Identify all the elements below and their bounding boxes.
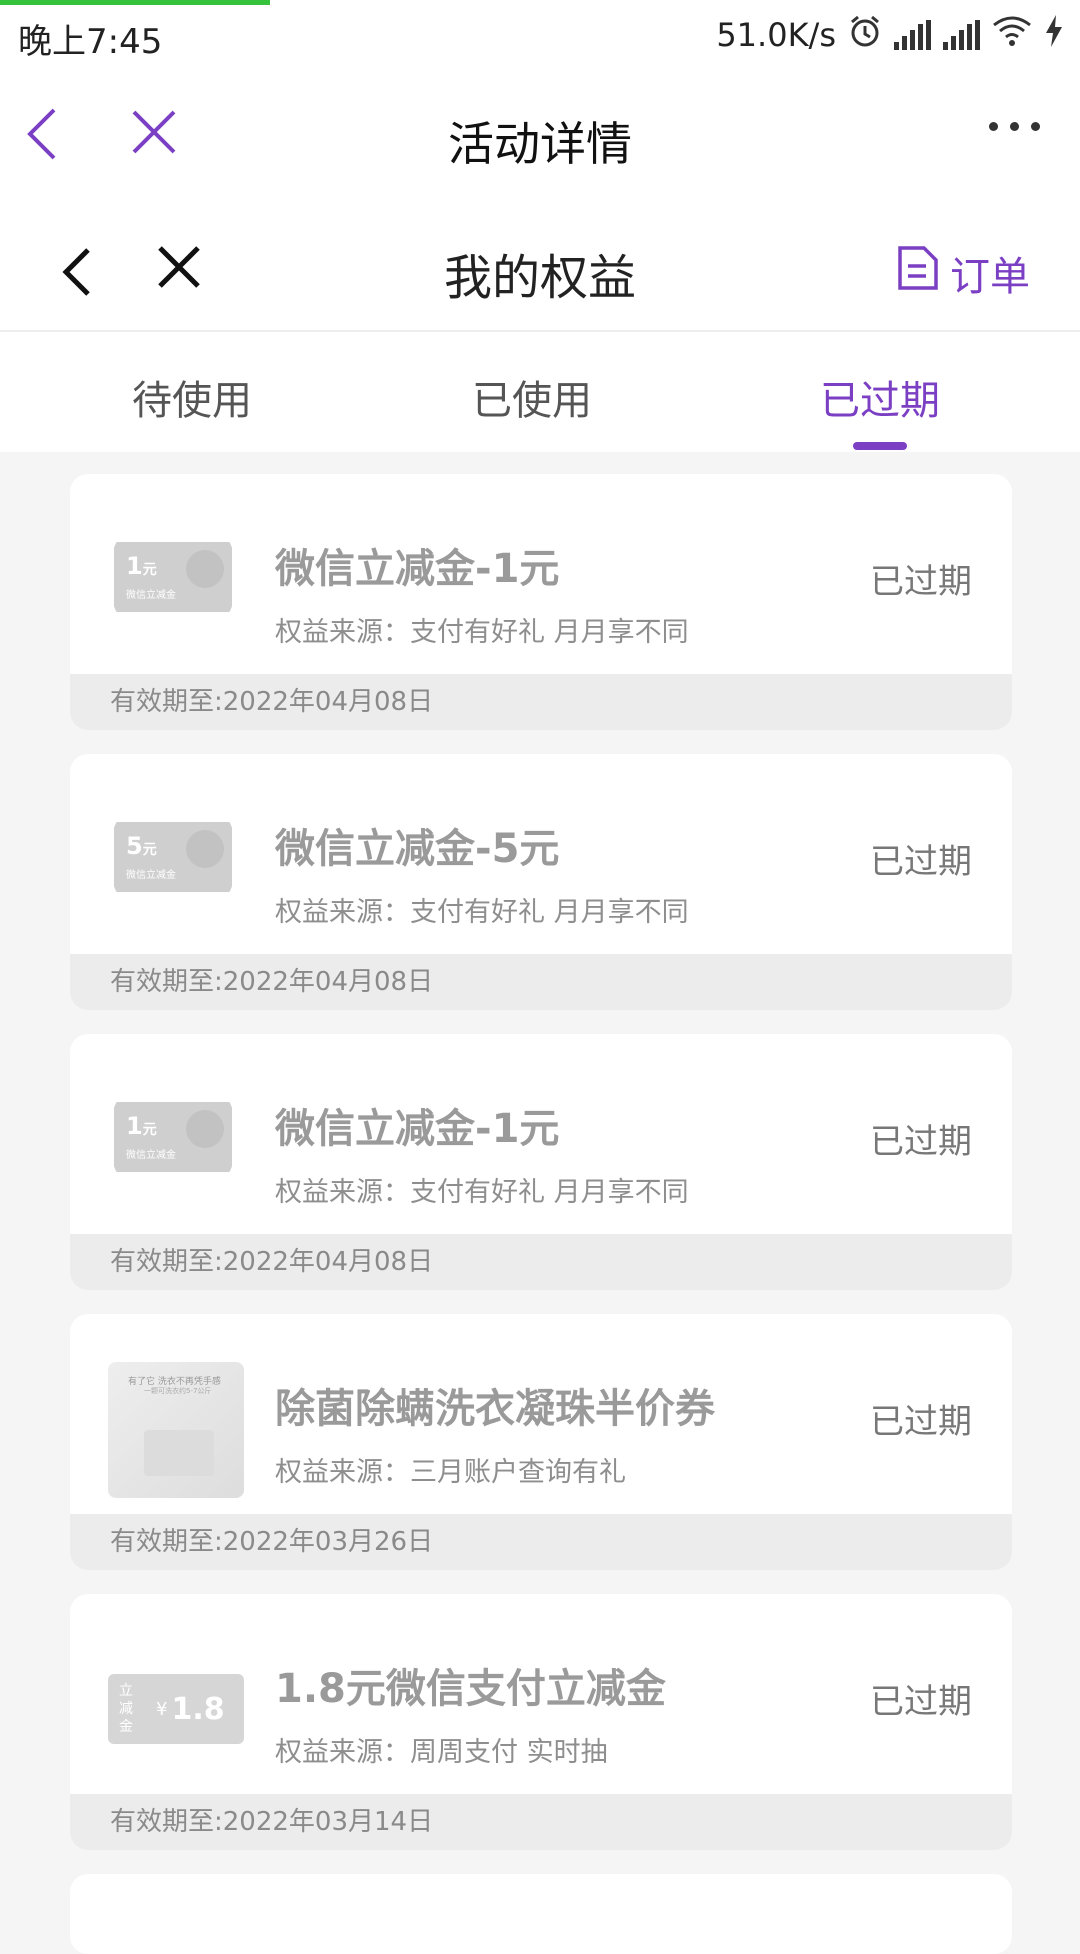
more-options-icon[interactable] [989, 122, 1040, 131]
status-badge: 已过期 [870, 842, 972, 882]
active-tab-indicator [853, 442, 907, 450]
check-badge-icon [186, 1110, 224, 1148]
status-icons: 51.0K/s [716, 14, 1064, 56]
list-item[interactable]: 有了它 洗衣不再凭手感 一颗可洗衣约5-7公斤 除菌除螨洗衣凝珠半价券 权益来源… [70, 1314, 1012, 1570]
coupon-thumbnail: 立减金 ¥ 1.8 [108, 1674, 244, 1756]
signal-icon [894, 20, 931, 50]
tab-expired[interactable]: 已过期 [780, 368, 980, 426]
activity-nav-bar: 活动详情 [0, 70, 1080, 200]
status-badge: 已过期 [870, 1682, 972, 1722]
benefits-nav-bar: 我的权益 订单 [0, 200, 1080, 332]
expiry-date: 有效期至:2022年03月14日 [70, 1794, 1012, 1850]
expiry-date: 有效期至:2022年03月26日 [70, 1514, 1012, 1570]
benefit-source: 权益来源：支付有好礼 月月享不同 [275, 897, 689, 928]
status-tabs: 待使用 已使用 已过期 [0, 332, 1080, 452]
charging-icon [1044, 15, 1064, 55]
benefit-title: 微信立减金-1元 [275, 1106, 560, 1152]
benefit-title: 除菌除螨洗衣凝珠半价券 [275, 1386, 715, 1432]
benefit-source: 权益来源：三月账户查询有礼 [275, 1457, 626, 1488]
status-badge: 已过期 [870, 1402, 972, 1442]
status-time: 晚上7:45 [18, 22, 163, 62]
status-bar: 晚上7:45 51.0K/s [0, 0, 1080, 70]
order-label: 订单 [950, 254, 1030, 300]
coupon-thumbnail: 1元 微信立减金 [110, 1096, 236, 1178]
benefit-source: 权益来源：支付有好礼 月月享不同 [275, 1177, 689, 1208]
benefit-source: 权益来源：支付有好礼 月月享不同 [275, 617, 689, 648]
wifi-icon [992, 15, 1032, 55]
status-badge: 已过期 [870, 1122, 972, 1162]
benefit-title: 微信立减金-5元 [275, 826, 560, 872]
benefit-title: 微信立减金-1元 [275, 546, 560, 592]
page-title: 活动详情 [448, 117, 632, 171]
document-icon [896, 244, 940, 302]
benefit-source: 权益来源：周周支付 实时抽 [275, 1737, 608, 1768]
tab-unused[interactable]: 待使用 [92, 368, 292, 426]
check-badge-icon [186, 550, 224, 588]
list-item[interactable]: 立减金 ¥ 1.8 1.8元微信支付立减金 权益来源：周周支付 实时抽 已过期 … [70, 1594, 1012, 1850]
list-item[interactable]: 5元 微信立减金 微信立减金-5元 权益来源：支付有好礼 月月享不同 已过期 有… [70, 754, 1012, 1010]
benefit-title: 1.8元微信支付立减金 [275, 1666, 666, 1712]
product-thumbnail: 有了它 洗衣不再凭手感 一颗可洗衣约5-7公斤 [108, 1362, 244, 1498]
signal-icon-2 [943, 20, 980, 50]
order-button[interactable]: 订单 [896, 244, 1030, 302]
expiry-date: 有效期至:2022年04月08日 [70, 954, 1012, 1010]
alarm-icon [848, 14, 882, 56]
tab-used[interactable]: 已使用 [432, 368, 632, 426]
check-badge-icon [186, 830, 224, 868]
expiry-date: 有效期至:2022年04月08日 [70, 1234, 1012, 1290]
network-speed: 51.0K/s [716, 16, 836, 54]
page-load-progress [0, 0, 270, 5]
list-item[interactable]: 1元 微信立减金 微信立减金-1元 权益来源：支付有好礼 月月享不同 已过期 有… [70, 1034, 1012, 1290]
coupon-thumbnail: 5元 微信立减金 [110, 816, 236, 898]
coupon-thumbnail: 1元 微信立减金 [110, 536, 236, 618]
list-item[interactable]: 1元 微信立减金 微信立减金-1元 权益来源：支付有好礼 月月享不同 已过期 有… [70, 474, 1012, 730]
benefit-list: 1元 微信立减金 微信立减金-1元 权益来源：支付有好礼 月月享不同 已过期 有… [70, 474, 1012, 1954]
status-badge: 已过期 [870, 562, 972, 602]
list-item[interactable] [70, 1874, 1012, 1954]
expiry-date: 有效期至:2022年04月08日 [70, 674, 1012, 730]
